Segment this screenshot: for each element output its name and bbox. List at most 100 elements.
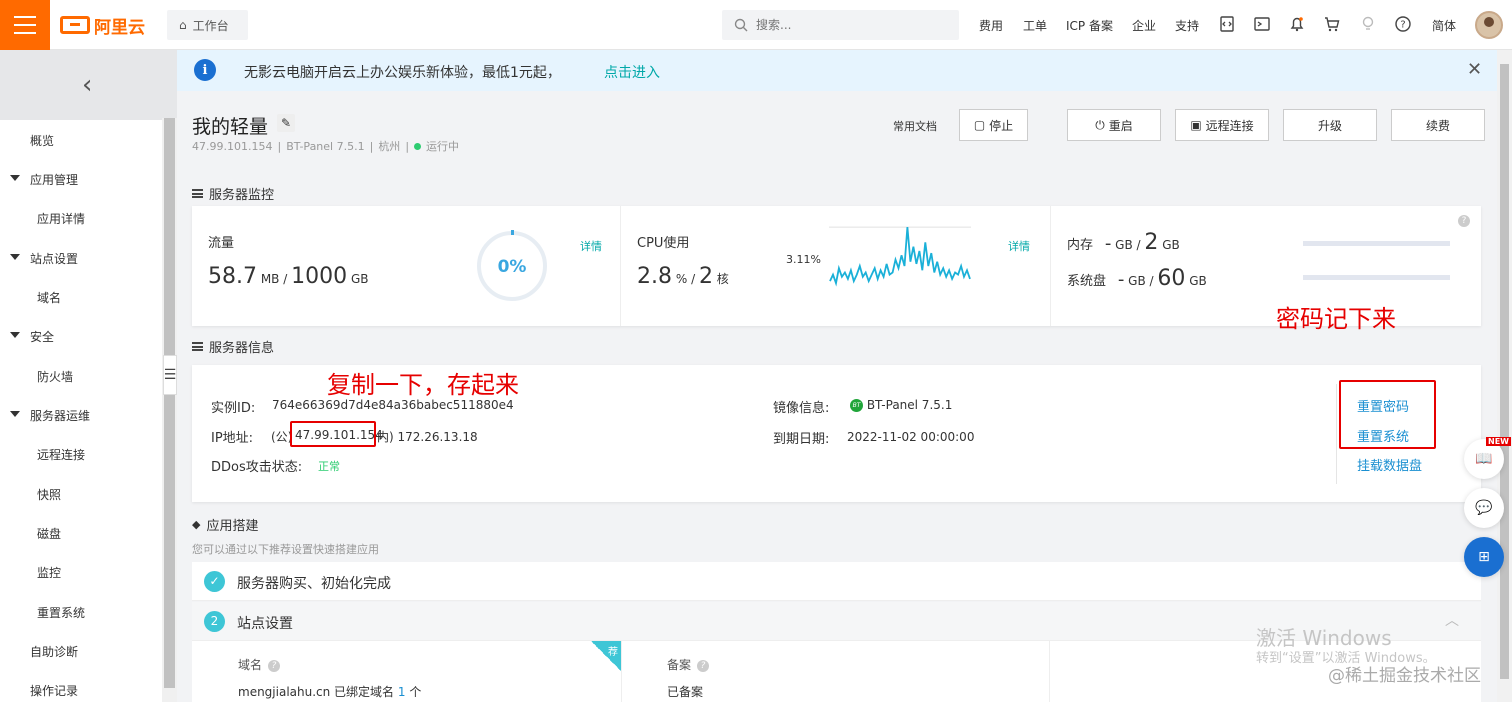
help-icon[interactable]: ?: [1394, 15, 1412, 33]
cpu-sparkline: [829, 226, 971, 287]
sidebar-item-logs[interactable]: 操作记录: [0, 682, 162, 699]
book-icon: 📖: [1475, 451, 1493, 467]
sidebar-scrollbar[interactable]: [162, 118, 177, 702]
apps-grid-button[interactable]: ⊞: [1464, 537, 1504, 577]
grid-icon: ⊞: [1478, 549, 1490, 565]
disk-usage-bar: [1303, 275, 1450, 280]
language-switch[interactable]: 简体: [1432, 17, 1456, 34]
notice-link[interactable]: 点击进入: [604, 62, 660, 82]
mount-disk-link[interactable]: 挂载数据盘: [1357, 455, 1422, 474]
terminal-icon[interactable]: [1253, 15, 1271, 33]
sidebar-collapse-button[interactable]: ‹: [0, 50, 177, 120]
chevron-left-icon: ‹: [82, 70, 93, 100]
help-icon[interactable]: ?: [697, 659, 710, 672]
docs-link[interactable]: 常用文档: [893, 118, 937, 134]
traffic-value: 58.7 MB / 1000 GB: [208, 264, 369, 289]
remote-connect-button[interactable]: ▣ 远程连接: [1175, 109, 1269, 141]
cpu-value: 2.8 % / 2 核: [637, 264, 729, 289]
sidebar-item-reset-system[interactable]: 重置系统: [0, 604, 162, 621]
cpu-peak-label: 3.11%: [786, 253, 821, 266]
monitor-section-title: 服务器监控: [192, 184, 274, 203]
recommend-tag-text: 荐: [608, 647, 618, 658]
sidebar-group-label: 站点设置: [30, 252, 79, 266]
ddos-label: DDos攻击状态:: [211, 460, 303, 475]
cpu-usage: 2.8: [637, 264, 672, 289]
page-scrollbar[interactable]: [1497, 50, 1512, 702]
stop-label: 停止: [989, 118, 1014, 133]
sidebar-group-app-management[interactable]: 应用管理: [0, 171, 162, 188]
upgrade-button[interactable]: 升级: [1283, 109, 1377, 141]
restart-button[interactable]: ⏻ 重启: [1067, 109, 1161, 141]
close-icon[interactable]: ✕: [1467, 59, 1482, 80]
disk-used: -: [1117, 269, 1125, 290]
sidebar-item-remote[interactable]: 远程连接: [0, 446, 162, 463]
sidebar-item-snapshot[interactable]: 快照: [0, 486, 162, 503]
renew-button[interactable]: 续费: [1391, 109, 1485, 141]
traffic-detail-link[interactable]: 详情: [580, 238, 602, 254]
sidebar-item-domain[interactable]: 域名: [0, 289, 162, 306]
restart-label: 重启: [1108, 118, 1133, 133]
sidebar-group-server-ops[interactable]: 服务器运维: [0, 407, 162, 424]
caret-down-icon: [10, 254, 20, 260]
sidebar-group-site-settings[interactable]: 站点设置: [0, 250, 162, 267]
resource-panel: 内存 - GB / 2 GB 系统盘 - GB / 60 GB: [1051, 206, 1481, 326]
search-box[interactable]: [722, 10, 959, 40]
stop-button[interactable]: ▢ 停止: [959, 109, 1028, 141]
bell-icon[interactable]: [1288, 15, 1306, 33]
instance-id-value: 764e66369d7d4e84a36babec511880e4: [272, 398, 514, 412]
memory-used-unit: GB: [1115, 238, 1133, 252]
disk-used-unit: GB: [1128, 274, 1146, 288]
workbench-button[interactable]: ⌂ 工作台: [167, 10, 248, 40]
cpu-detail-link[interactable]: 详情: [1008, 238, 1030, 254]
sidebar-item-monitor[interactable]: 监控: [0, 564, 162, 581]
list-icon: [192, 189, 203, 198]
user-avatar[interactable]: [1475, 11, 1503, 39]
chevron-up-icon[interactable]: ︿: [1445, 610, 1459, 630]
nav-enterprise[interactable]: 企业: [1132, 17, 1156, 34]
nav-ticket[interactable]: 工单: [1023, 17, 1047, 34]
home-icon: ⌂: [179, 18, 187, 32]
sidebar-item-firewall[interactable]: 防火墙: [0, 368, 162, 385]
sidebar: ‹ 概览 应用管理 应用详情 站点设置 域名 安全 防火墙 服务器运维 远程连接…: [0, 50, 177, 702]
renew-label: 续费: [1425, 118, 1450, 133]
beian-label: 备案: [667, 658, 692, 672]
sidebar-group-security[interactable]: 安全: [0, 328, 162, 345]
nav-support[interactable]: 支持: [1175, 17, 1199, 34]
nav-icp[interactable]: ICP 备案: [1066, 17, 1113, 34]
code-icon[interactable]: [1218, 15, 1236, 33]
nav-billing[interactable]: 费用: [979, 17, 1003, 34]
scrollbar-thumb[interactable]: [1500, 64, 1509, 679]
memory-value: 内存 - GB / 2 GB: [1067, 230, 1180, 255]
list-icon: [192, 342, 203, 351]
annotation-ip-box: [290, 421, 376, 447]
disk-label: 系统盘: [1067, 274, 1107, 289]
sidebar-group-label: 应用管理: [30, 173, 79, 187]
search-input[interactable]: [756, 18, 946, 32]
disk-total: 60: [1157, 266, 1186, 291]
divider: [1336, 384, 1337, 484]
recommend-tag: 荐: [591, 641, 621, 671]
edit-icon[interactable]: ✎: [277, 114, 295, 132]
menu-button[interactable]: [0, 0, 50, 50]
sidebar-item-disk[interactable]: 磁盘: [0, 525, 162, 542]
chat-button[interactable]: 💬: [1464, 488, 1504, 528]
info-section-title: 服务器信息: [192, 337, 274, 356]
scrollbar-thumb[interactable]: [164, 118, 175, 688]
cpu-cores-unit: 核: [716, 272, 729, 286]
aliyun-logo[interactable]: 阿里云: [60, 14, 145, 38]
lightbulb-icon[interactable]: [1359, 15, 1377, 33]
domain-count[interactable]: 1: [398, 685, 406, 699]
help-icon[interactable]: ?: [1458, 215, 1470, 227]
ip-label: IP地址:: [211, 431, 254, 446]
sidebar-toggle-handle[interactable]: ☰: [163, 355, 177, 395]
sidebar-item-diagnosis[interactable]: 自助诊断: [0, 643, 162, 660]
top-bar: 阿里云 ⌂ 工作台 费用 工单 ICP 备案 企业 支持 ? 简体: [0, 0, 1512, 50]
cart-icon[interactable]: [1323, 15, 1341, 33]
step-row-purchase[interactable]: ✓ 服务器购买、初始化完成: [192, 562, 1481, 601]
sidebar-item-overview[interactable]: 概览: [0, 132, 162, 149]
help-icon[interactable]: ?: [268, 659, 281, 672]
sidebar-item-app-detail[interactable]: 应用详情: [0, 210, 162, 227]
upgrade-label: 升级: [1317, 118, 1342, 133]
sidebar-group-label: 服务器运维: [30, 409, 91, 423]
ddos-status: 正常: [318, 460, 340, 473]
